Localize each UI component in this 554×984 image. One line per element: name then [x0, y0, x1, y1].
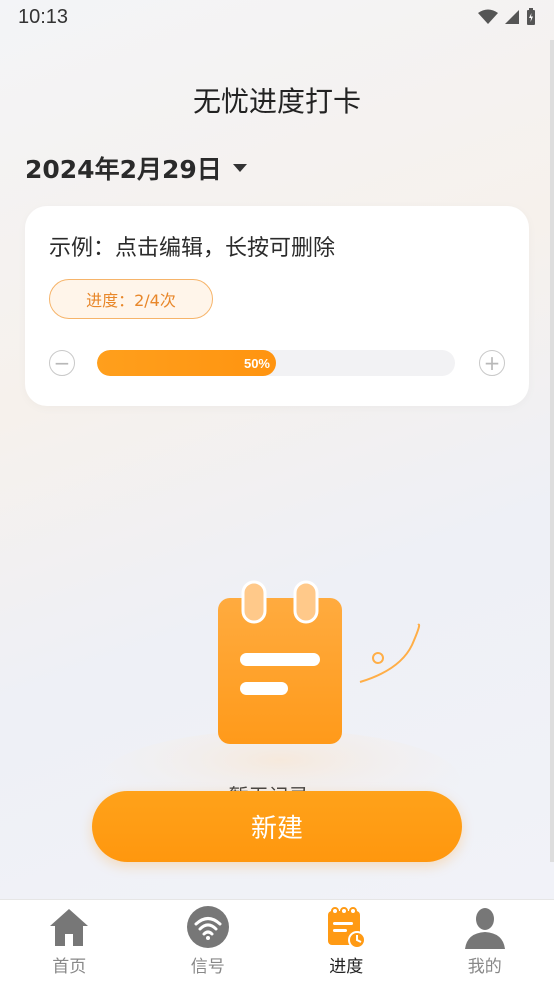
bottom-tab-bar: 首页 信号 进度 我的: [0, 899, 554, 984]
tab-label: 信号: [190, 957, 225, 977]
progress-badge: 进度：2/4次: [49, 279, 213, 319]
date-selector[interactable]: 2024年2月29日: [25, 150, 248, 186]
tab-mine[interactable]: 我的: [416, 900, 554, 977]
user-icon: [464, 908, 505, 949]
wifi-status-icon: [478, 9, 498, 24]
tab-home[interactable]: 首页: [0, 900, 138, 977]
wifi-signal-icon: [186, 906, 229, 948]
cell-signal-icon: [505, 10, 519, 24]
progress-bar: 50%: [97, 350, 455, 376]
tab-label: 首页: [52, 957, 87, 977]
page-title: 无忧进度打卡: [192, 85, 361, 118]
plus-icon: +: [483, 351, 501, 375]
tab-progress[interactable]: 进度: [277, 900, 415, 977]
scrollbar[interactable]: [550, 40, 554, 862]
home-icon: [50, 909, 89, 946]
battery-icon: [527, 8, 535, 25]
tab-label: 进度: [329, 957, 364, 977]
increment-button[interactable]: +: [479, 350, 505, 376]
status-time: 10:13: [18, 5, 69, 28]
record-title: 示例：点击编辑，长按可删除: [49, 236, 336, 261]
decrement-button[interactable]: −: [49, 350, 75, 376]
record-card[interactable]: 示例：点击编辑，长按可删除 进度：2/4次 − 50% +: [25, 206, 529, 406]
date-text: 2024年2月29日: [25, 155, 222, 184]
status-icons: [478, 8, 536, 26]
caret-down-icon: [232, 164, 247, 172]
tab-label: 我的: [467, 957, 502, 977]
notepad-illustration: [100, 580, 460, 810]
tab-signal[interactable]: 信号: [139, 900, 277, 977]
progress-bar-fill: 50%: [97, 350, 276, 376]
minus-icon: −: [53, 351, 71, 375]
new-button[interactable]: 新建: [92, 791, 462, 862]
calendar-clock-icon: [328, 907, 367, 949]
status-bar: 10:13: [0, 0, 554, 34]
progress-percent: 50%: [243, 355, 270, 371]
